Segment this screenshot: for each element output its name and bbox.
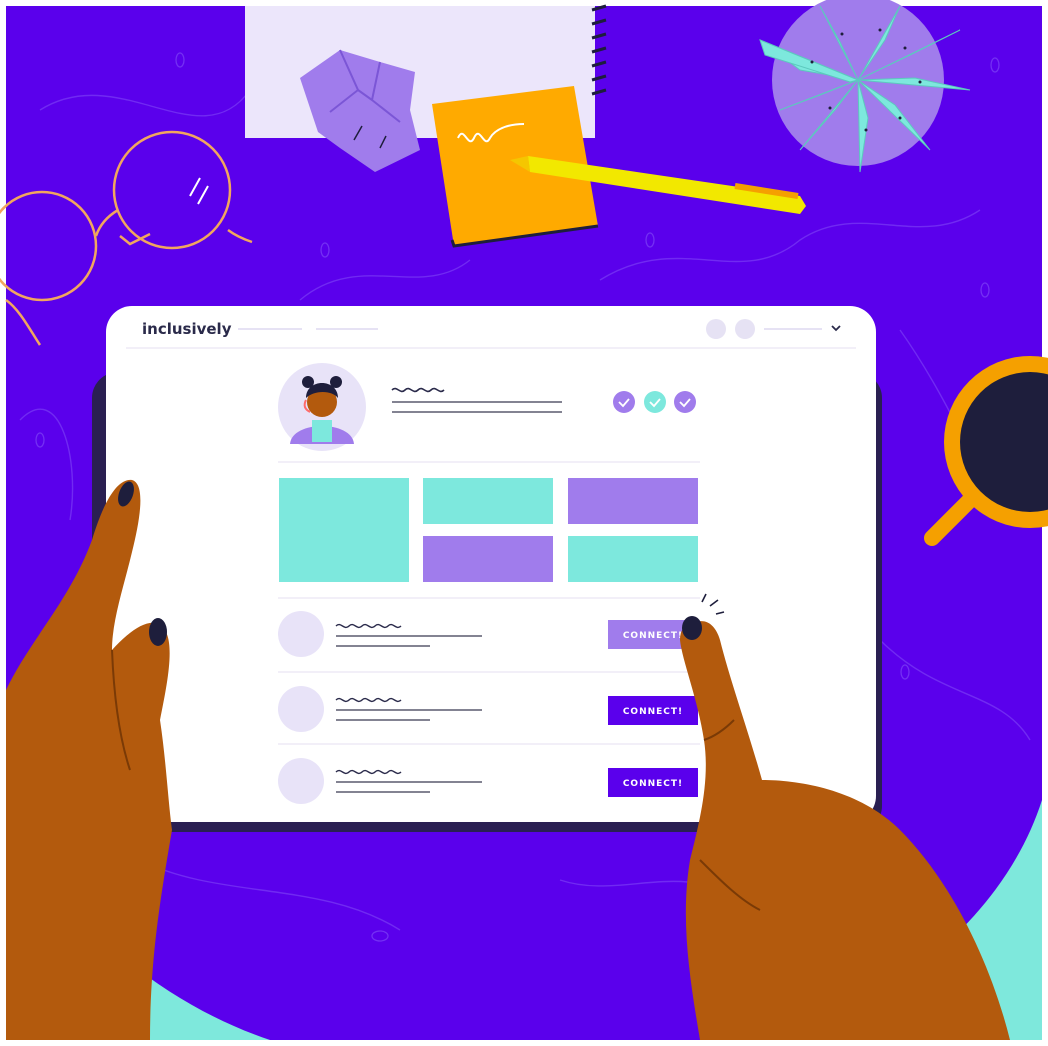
feature-tiles [278, 478, 700, 599]
connect-button-label: CONNECT! [623, 779, 683, 789]
tile[interactable] [568, 536, 698, 582]
tile-large[interactable] [279, 478, 409, 582]
avatar [278, 611, 324, 657]
connect-button-label: CONNECT! [623, 707, 683, 717]
connect-button-label: CONNECT! [623, 631, 683, 641]
brand-logo[interactable]: inclusively [142, 320, 232, 338]
header-avatar-1[interactable] [706, 319, 726, 339]
illustration-scene: inclusively CONNECT! CONNECT! CONNECT! [0, 0, 1048, 1046]
tile[interactable] [423, 478, 553, 524]
scene-svg: inclusively CONNECT! CONNECT! CONNECT! [0, 0, 1048, 1046]
verified-badges [613, 391, 696, 413]
check-icon [674, 391, 696, 413]
header-avatar-2[interactable] [735, 319, 755, 339]
avatar [278, 758, 324, 804]
avatar [278, 686, 324, 732]
check-icon [644, 391, 666, 413]
tile[interactable] [568, 478, 698, 524]
check-icon [613, 391, 635, 413]
tile[interactable] [423, 536, 553, 582]
